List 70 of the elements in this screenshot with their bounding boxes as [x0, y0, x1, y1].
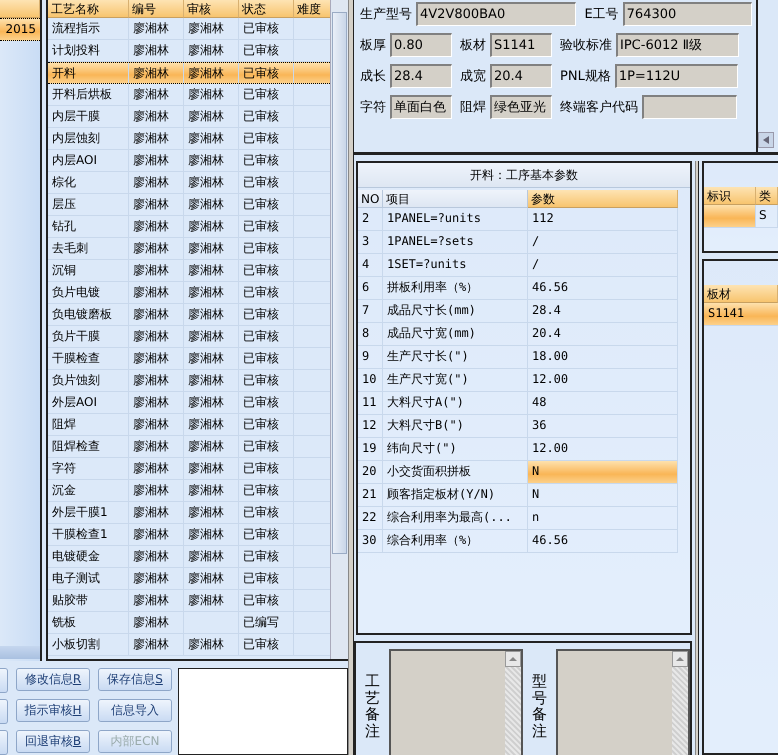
- field-label: 终端客户代码: [560, 99, 638, 116]
- input-field[interactable]: 764300: [622, 2, 752, 26]
- action-button[interactable]: 指示审核H: [16, 699, 90, 722]
- param-row[interactable]: 6 拼板利用率（%） 46.56: [358, 277, 678, 300]
- notes-label: 工艺备注: [364, 671, 381, 742]
- column-header[interactable]: 参数: [528, 190, 678, 208]
- param-row[interactable]: 11 大料尺寸A(") 48: [358, 392, 678, 415]
- param-row[interactable]: 22 综合利用率为最高(... n: [358, 507, 678, 530]
- cut-off-button[interactable]: [0, 668, 8, 693]
- scroll-left-icon[interactable]: [758, 132, 774, 148]
- param-row[interactable]: 30 综合利用率（%） 46.56: [358, 530, 678, 553]
- action-button[interactable]: 保存信息S: [98, 668, 172, 691]
- input-field[interactable]: 0.80: [390, 33, 452, 57]
- field-label: 板材: [460, 37, 486, 54]
- column-header[interactable]: 标识: [704, 187, 756, 205]
- column-header[interactable]: 项目: [383, 190, 528, 208]
- input-field[interactable]: 绿色亚光: [490, 95, 552, 119]
- notes-field[interactable]: [556, 649, 690, 755]
- column-header[interactable]: 状态: [239, 0, 294, 18]
- param-row[interactable]: 3 1PANEL=?sets /: [358, 231, 678, 254]
- field-label: 板厚: [360, 37, 386, 54]
- field-label: 阻焊: [460, 99, 486, 116]
- field-label: 成长: [360, 68, 386, 85]
- field-label: 验收标准: [560, 37, 612, 54]
- table-row[interactable]: 开料 廖湘林 廖湘林 已审核: [48, 62, 330, 84]
- column-header[interactable]: 工艺名称: [48, 0, 129, 18]
- cut-off-button[interactable]: [0, 699, 8, 724]
- vertical-scrollbar[interactable]: [330, 0, 348, 659]
- column-header: [0, 0, 40, 18]
- param-row[interactable]: 8 成品尺寸宽(mm) 20.4: [358, 323, 678, 346]
- input-field[interactable]: 20.4: [490, 64, 552, 88]
- input-field[interactable]: IPC-6012 Ⅱ级: [616, 33, 739, 57]
- column-header[interactable]: 难度: [294, 0, 330, 18]
- action-button[interactable]: 修改信息R: [16, 668, 90, 691]
- input-field[interactable]: [642, 95, 737, 119]
- field-label: 字符: [360, 99, 386, 116]
- column-header[interactable]: NO: [358, 190, 383, 208]
- table-row[interactable]: S1141: [704, 303, 778, 326]
- column-header[interactable]: 编号: [129, 0, 184, 18]
- param-row[interactable]: 21 顾客指定板材(Y/N) N: [358, 484, 678, 507]
- input-field[interactable]: S1141: [490, 33, 552, 57]
- param-row[interactable]: 20 小交货面积拼板 N: [358, 461, 678, 484]
- notes-field[interactable]: [389, 649, 523, 755]
- param-row[interactable]: 7 成品尺寸长(mm) 28.4: [358, 300, 678, 323]
- param-row[interactable]: 10 生产尺寸宽(") 12.00: [358, 369, 678, 392]
- column-header[interactable]: 板材: [704, 285, 778, 303]
- input-field[interactable]: 单面白色: [390, 95, 452, 119]
- cut-off-button[interactable]: [0, 730, 8, 755]
- field-label: 成宽: [460, 68, 486, 85]
- scroll-up-icon[interactable]: [505, 651, 521, 667]
- action-button[interactable]: 回退审核B: [16, 730, 90, 753]
- input-field[interactable]: 28.4: [390, 64, 452, 88]
- param-row[interactable]: 2 1PANEL=?units 112: [358, 208, 678, 231]
- input-field[interactable]: 4V2V800BA0: [416, 2, 576, 26]
- action-button[interactable]: 信息导入: [98, 699, 172, 722]
- param-row[interactable]: 9 生产尺寸长(") 18.00: [358, 346, 678, 369]
- field-label: 生产型号: [360, 6, 412, 23]
- scroll-up-icon[interactable]: [672, 651, 688, 667]
- list-row[interactable]: 2015: [0, 18, 40, 41]
- input-field[interactable]: 1P=112U: [614, 64, 738, 88]
- text-area[interactable]: [178, 668, 348, 755]
- horizontal-scrollbar[interactable]: [0, 646, 40, 659]
- param-row[interactable]: 4 1SET=?units /: [358, 254, 678, 277]
- panel-title: 开料：工序基本参数: [358, 163, 690, 188]
- param-row[interactable]: 12 大料尺寸B(") 36: [358, 415, 678, 438]
- field-label: E工号: [584, 6, 619, 23]
- field-label: PNL规格: [560, 68, 611, 85]
- notes-label: 型号备注: [531, 671, 548, 742]
- column-header[interactable]: 类: [756, 187, 778, 205]
- column-header[interactable]: 审核: [184, 0, 239, 18]
